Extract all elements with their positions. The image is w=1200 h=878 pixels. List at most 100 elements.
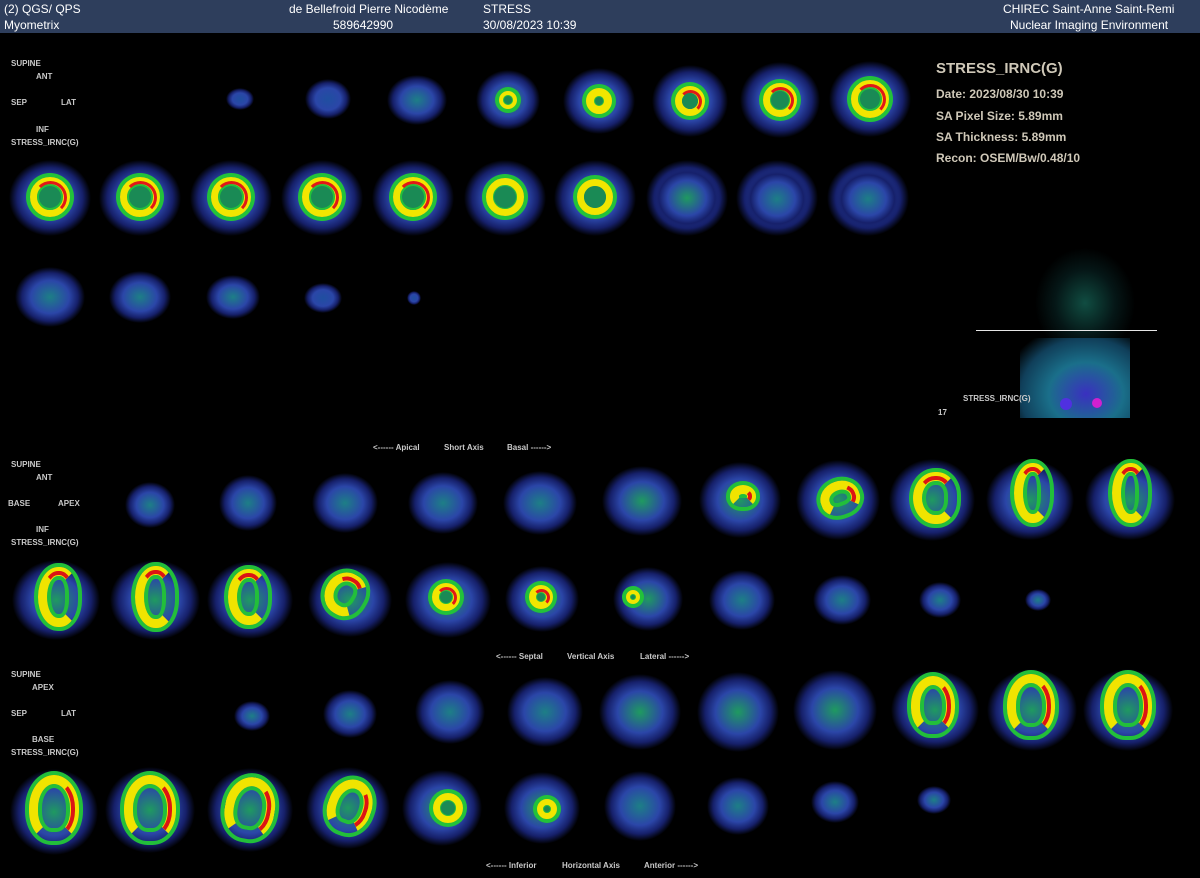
hot-spot [1018,467,1046,519]
slice-image [613,567,683,631]
patient-id: 589642990 [333,18,394,32]
ventricle-cavity [440,591,452,603]
short-axis-caption: Short Axis [444,443,484,452]
series-label: STRESS_IRNC(G) [11,748,79,757]
slice-image [1025,589,1051,611]
slice-image [602,466,682,536]
ventricle-cavity [682,93,698,109]
vertical-axis-caption: Vertical Axis [567,652,615,661]
ventricle-cavity [771,91,789,109]
info-date: Date: 2023/08/30 10:39 [936,87,1064,101]
slice-image [219,475,277,531]
environment-name: Nuclear Imaging Environment [1010,18,1169,32]
orientation-apex: APEX [32,683,54,692]
patient-name: de Bellefroid Pierre Nicodème [289,2,449,16]
orientation-base: BASE [32,735,55,744]
slice-image [604,771,676,841]
slice-image [811,781,859,823]
vertical-axis-caption-right: Lateral ------> [640,652,690,661]
slice-image [408,472,478,534]
horizontal-axis-caption: Horizontal Axis [562,861,620,870]
hot-spot [734,489,752,503]
slice-image [652,166,722,230]
orientation-ant: ANT [36,473,53,482]
orientation-ant: ANT [36,72,53,81]
app-title: (2) QGS/ QPS [4,2,81,16]
hot-spot [33,779,75,837]
ventricle-cavity [39,186,61,208]
slice-image [323,690,377,738]
projection-label: STRESS_IRNC(G) [963,394,1031,403]
hot-spot [128,779,172,837]
slice-image [226,88,254,110]
info-thickness: SA Thickness: 5.89mm [936,130,1067,144]
horizontal-axis-caption-right: Anterior ------> [644,861,698,870]
hot-spot [42,571,74,623]
ventricle-cavity [494,186,516,208]
projection-image [980,228,1160,418]
slice-image [709,570,775,630]
slice-image [835,169,901,229]
slice-image [599,674,681,750]
projection-number: 17 [938,408,947,417]
ventricle-cavity [504,96,512,104]
ventricle-cavity [631,595,635,599]
orientation-base: BASE [8,499,31,508]
ventricle-cavity [129,186,151,208]
ventricle-cavity [584,186,606,208]
slice-image [125,482,175,528]
ventricle-cavity [441,801,455,815]
slice-image [387,75,447,125]
slice-image [407,291,421,305]
slice-image [312,473,378,533]
series-label: STRESS_IRNC(G) [11,138,79,147]
ventricle-cavity [595,97,603,105]
short-axis-caption-right: Basal ------> [507,443,552,452]
slice-image [304,283,342,313]
slice-image [109,271,171,323]
ventricle-cavity [402,186,424,208]
vertical-axis-caption-left: <------ Septal [496,652,543,661]
study-type: STRESS [483,2,532,16]
orientation-apex: APEX [58,499,80,508]
orientation-lat: LAT [61,98,76,107]
slice-image [917,786,951,814]
slice-image [234,701,270,731]
ventricle-cavity [537,593,545,601]
institution-name: CHIREC Saint-Anne Saint-Remi [1003,2,1175,16]
slice-image [707,777,769,835]
series-label: STRESS_IRNC(G) [11,538,79,547]
info-title: STRESS_IRNC(G) [936,60,1063,77]
slice-image [503,471,577,535]
slice-image [793,670,877,750]
projection-line [976,330,1157,331]
orientation-sep: SEP [11,98,28,107]
orientation-lat: LAT [61,709,76,718]
slice-image [919,582,961,618]
slice-image [697,672,779,752]
hot-spot [915,680,951,730]
slice-image [15,267,85,327]
orientation-supine: SUPINE [11,59,41,68]
hot-spot [1108,678,1148,732]
slice-image [415,680,485,744]
slice-image [744,168,810,230]
slice-image [305,79,351,119]
header-bar: (2) QGS/ QPS Myometrix de Bellefroid Pie… [0,0,1200,33]
info-recon: Recon: OSEM/Bw/0.48/10 [936,151,1081,165]
study-datetime: 30/08/2023 10:39 [483,18,577,32]
orientation-supine: SUPINE [11,670,41,679]
ventricle-cavity [220,186,242,208]
orientation-supine: SUPINE [11,460,41,469]
orientation-inf: INF [36,125,49,134]
slice-image [507,677,583,747]
module-name: Myometrix [4,18,60,32]
horizontal-axis-caption-left: <------ Inferior [486,861,537,870]
ventricle-cavity [544,806,550,812]
info-pixel-size: SA Pixel Size: 5.89mm [936,109,1063,123]
hot-spot [139,570,171,624]
hot-spot [1116,467,1144,519]
orientation-inf: INF [36,525,49,534]
slice-image [206,275,260,319]
short-axis-caption-left: <------ Apical [373,443,420,452]
